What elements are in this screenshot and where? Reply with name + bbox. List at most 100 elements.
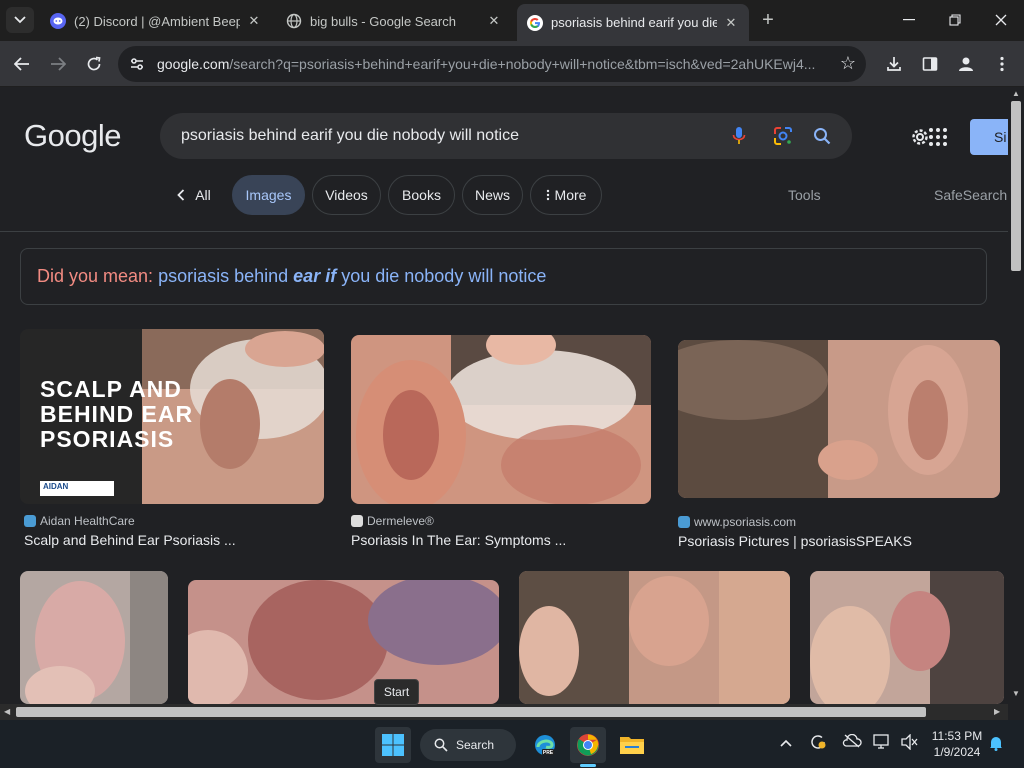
- scrollbar-thumb[interactable]: [1011, 101, 1021, 271]
- taskbar-search-label: Search: [456, 738, 495, 752]
- close-tab-icon[interactable]: ✕: [246, 13, 262, 29]
- profile-button[interactable]: [955, 53, 977, 75]
- did-you-mean-link[interactable]: psoriasis behind ear if you die nobody w…: [158, 266, 546, 286]
- tab-discord[interactable]: (2) Discord | @Ambient Beeping ✕: [40, 6, 272, 36]
- tools-button[interactable]: Tools: [788, 187, 821, 203]
- vertical-scrollbar[interactable]: ▲ ▼: [1008, 87, 1024, 704]
- restore-button[interactable]: [941, 8, 969, 32]
- chip-all-label: All: [195, 187, 211, 203]
- horizontal-scrollbar[interactable]: ◀ ▶: [0, 704, 1008, 720]
- result-title[interactable]: Psoriasis Pictures | psoriasisSPEAKS: [678, 533, 912, 549]
- result-source[interactable]: Dermeleve®: [351, 514, 434, 528]
- kebab-menu-icon: [1000, 56, 1004, 72]
- close-tab-icon[interactable]: ✕: [723, 15, 739, 31]
- sync-tray-icon[interactable]: [809, 733, 827, 754]
- search-filter-chips: All Images Videos Books News More: [0, 175, 1008, 217]
- scroll-left-icon[interactable]: ◀: [4, 707, 10, 716]
- result-image[interactable]: [351, 335, 651, 504]
- did-you-mean-box: Did you mean: psoriasis behind ear if yo…: [20, 248, 987, 305]
- result-image[interactable]: [519, 571, 790, 704]
- image-result[interactable]: SCALP AND BEHIND EAR PSORIASIS AIDAN Aid…: [20, 329, 324, 554]
- restore-icon: [949, 14, 961, 26]
- browser-toolbar: google.com/search?q=psoriasis+behind+ear…: [0, 41, 1024, 87]
- scroll-right-icon[interactable]: ▶: [994, 707, 1000, 716]
- show-hidden-icons-button[interactable]: [780, 735, 792, 750]
- result-title[interactable]: Scalp and Behind Ear Psoriasis ...: [24, 532, 236, 548]
- clock-time: 11:53 PM: [931, 729, 983, 743]
- safesearch-button[interactable]: SafeSearch: [934, 187, 1007, 203]
- url-host: google.com: [157, 56, 230, 72]
- image-result[interactable]: [20, 571, 168, 704]
- chip-more[interactable]: More: [530, 175, 602, 215]
- google-logo[interactable]: Google: [24, 118, 121, 154]
- bookmark-star-icon[interactable]: ☆: [840, 53, 856, 74]
- image-result[interactable]: [810, 571, 1004, 704]
- google-icon: [527, 14, 543, 31]
- chrome-app[interactable]: [570, 727, 606, 763]
- side-panel-icon: [922, 57, 938, 71]
- close-tab-icon[interactable]: ✕: [486, 13, 502, 29]
- start-button[interactable]: [375, 727, 411, 763]
- menu-button[interactable]: [991, 53, 1013, 75]
- chip-books[interactable]: Books: [388, 175, 455, 215]
- scroll-down-icon[interactable]: ▼: [1012, 689, 1020, 698]
- chip-all[interactable]: All: [166, 175, 222, 215]
- result-source[interactable]: www.psoriasis.com: [678, 515, 796, 529]
- notifications-bell-icon[interactable]: [989, 735, 1003, 754]
- image-result[interactable]: [188, 580, 499, 704]
- minimize-button[interactable]: [895, 8, 923, 32]
- microphone-icon[interactable]: [728, 125, 750, 147]
- sign-in-button[interactable]: Si: [970, 119, 1008, 155]
- result-image[interactable]: [810, 571, 1004, 704]
- tab-psoriasis[interactable]: psoriasis behind earif you die no ✕: [517, 4, 749, 41]
- google-apps-icon[interactable]: [928, 127, 948, 147]
- scrollbar-thumb[interactable]: [16, 707, 926, 717]
- site-favicon-icon: [678, 516, 690, 528]
- side-panel-button[interactable]: [919, 53, 941, 75]
- result-image[interactable]: SCALP AND BEHIND EAR PSORIASIS AIDAN: [20, 329, 324, 504]
- search-icon: [434, 738, 448, 752]
- chip-videos[interactable]: Videos: [312, 175, 381, 215]
- file-explorer-app[interactable]: [614, 727, 650, 763]
- clock-date: 1/9/2024: [933, 745, 981, 759]
- address-bar[interactable]: google.com/search?q=psoriasis+behind+ear…: [118, 46, 866, 82]
- google-lens-icon[interactable]: [772, 125, 794, 147]
- google-images-page: Google psoriasis behind earif you die no…: [0, 87, 1008, 704]
- chip-news[interactable]: News: [462, 175, 523, 215]
- tab-big-bulls[interactable]: big bulls - Google Search ✕: [276, 6, 512, 36]
- network-icon[interactable]: [873, 734, 891, 753]
- image-result[interactable]: [519, 571, 790, 704]
- svg-text:PRE: PRE: [543, 750, 554, 756]
- new-tab-button[interactable]: +: [757, 9, 779, 31]
- search-box[interactable]: psoriasis behind earif you die nobody wi…: [160, 113, 852, 159]
- volume-muted-icon[interactable]: [900, 733, 918, 753]
- cloud-offline-icon[interactable]: [842, 733, 862, 751]
- chip-images[interactable]: Images: [232, 175, 305, 215]
- edge-dev-app[interactable]: PRE: [527, 727, 563, 763]
- downloads-button[interactable]: [883, 53, 905, 75]
- back-button[interactable]: [9, 51, 35, 77]
- result-image[interactable]: [678, 340, 1000, 498]
- system-clock[interactable]: 11:53 PM 1/9/2024: [928, 728, 986, 760]
- search-icon[interactable]: [811, 125, 833, 147]
- result-image[interactable]: [188, 580, 499, 704]
- tab-search-button[interactable]: [6, 7, 34, 33]
- result-title[interactable]: Psoriasis In The Ear: Symptoms ...: [351, 532, 566, 548]
- site-favicon-icon: [24, 515, 36, 527]
- url-text: google.com/search?q=psoriasis+behind+ear…: [157, 56, 837, 72]
- search-query[interactable]: psoriasis behind earif you die nobody wi…: [181, 127, 519, 145]
- image-result[interactable]: Dermeleve® Psoriasis In The Ear: Symptom…: [351, 335, 651, 555]
- forward-button[interactable]: [45, 51, 71, 77]
- scroll-up-icon[interactable]: ▲: [1012, 89, 1020, 98]
- tab-title: psoriasis behind earif you die no: [551, 15, 717, 30]
- image-result[interactable]: www.psoriasis.com Psoriasis Pictures | p…: [678, 340, 1000, 555]
- chevron-down-icon: [14, 16, 26, 24]
- taskbar-search[interactable]: Search: [420, 729, 516, 761]
- close-window-button[interactable]: [987, 8, 1015, 32]
- result-image[interactable]: [20, 571, 168, 704]
- result-source[interactable]: Aidan HealthCare: [24, 514, 135, 528]
- site-settings-icon[interactable]: [128, 55, 146, 73]
- profile-icon: [959, 57, 973, 71]
- reload-button[interactable]: [81, 51, 107, 77]
- start-tooltip: Start: [374, 679, 419, 705]
